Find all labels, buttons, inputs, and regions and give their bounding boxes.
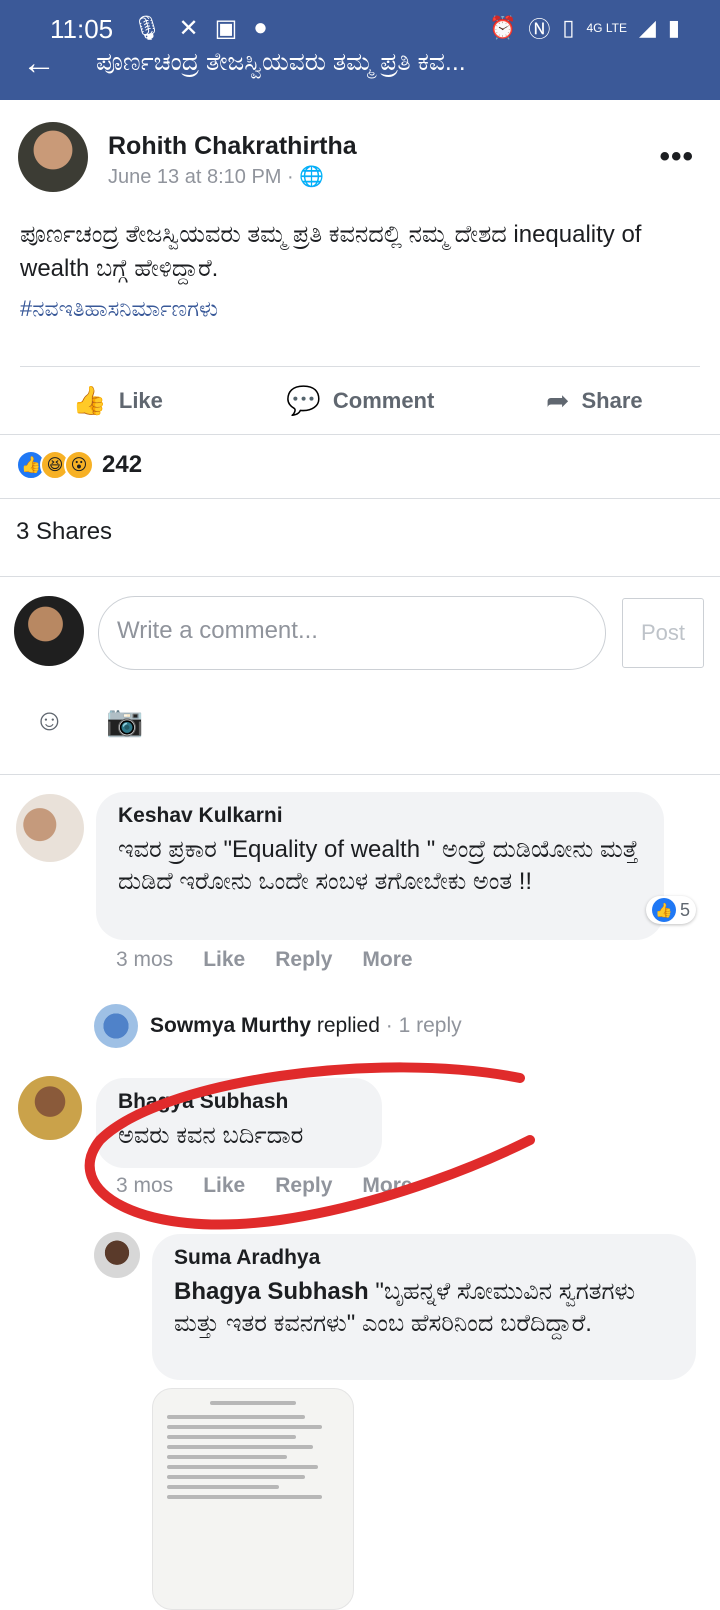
post-hashtag[interactable]: #ನವಇತಿಹಾಸನಿರ್ಮಾಣಗಳು (20, 296, 218, 322)
network-label: 4G LTE (586, 21, 627, 35)
comment-bubble: Suma Aradhya Bhagya Subhash "ಬೃಹನ್ನಳೆ ಸೋ… (152, 1234, 696, 1380)
text-line (167, 1445, 314, 1449)
thumbs-up-icon: 👍 (652, 898, 676, 922)
back-arrow-icon[interactable]: ← (22, 44, 56, 83)
author-avatar[interactable] (18, 122, 88, 192)
reply-avatar (94, 1004, 138, 1048)
reaction-summary[interactable]: 👍 😆 😮 242 (16, 450, 142, 480)
comment-text: ಇವರ ಪ್ರಕಾರ "Equality of wealth " ಅಂದ್ರೆ … (118, 836, 639, 895)
red-circle-annotation (84, 1062, 535, 1230)
comment-text: Bhagya Subhash "ಬೃಹನ್ನಳೆ ಸೋಮುವಿನ ಸ್ವಗತಗಳ… (174, 1276, 674, 1340)
divider (0, 774, 720, 775)
comment-like-badge[interactable]: 👍 5 (646, 896, 697, 924)
thumbs-up-icon: 👍 (72, 385, 107, 416)
text-line (167, 1495, 322, 1499)
battery-icon: ▮ (667, 15, 680, 40)
share-button[interactable]: ➦ Share (546, 384, 643, 417)
current-user-avatar (14, 596, 84, 666)
text-line (167, 1455, 288, 1459)
comment-time: 3 mos (116, 948, 174, 971)
post-actions: 👍 Like 💬 Comment ➦ Share (0, 376, 720, 436)
vibrate-icon: ▯ (562, 15, 575, 40)
camera-icon[interactable]: 📷 (106, 704, 143, 739)
alarm-icon: ⏰ (488, 15, 517, 40)
speech-bubble-icon: 💬 (286, 385, 321, 416)
replier-name: Sowmya Murthy (150, 1014, 312, 1037)
text-line (210, 1401, 296, 1405)
comment-input[interactable]: Write a comment... (98, 596, 606, 670)
text-line (167, 1425, 322, 1429)
commenter-avatar[interactable] (94, 1232, 140, 1278)
image-icon: ▣ (214, 15, 238, 42)
post-meta: June 13 at 8:10 PM · 🌐 (108, 164, 324, 189)
comment-author[interactable]: Suma Aradhya (174, 1246, 674, 1270)
globe-icon: 🌐 (299, 166, 325, 188)
divider (0, 498, 720, 499)
reply-count: · 1 reply (379, 1014, 462, 1037)
comment-meta: 3 mos Like Reply More (116, 948, 413, 972)
comment-button[interactable]: 💬 Comment (286, 384, 434, 417)
text-line (167, 1475, 305, 1479)
comment-label: Comment (332, 387, 435, 413)
post-author[interactable]: Rohith Chakrathirtha (108, 132, 357, 161)
text-line (167, 1465, 319, 1469)
wow-reaction-icon: 😮 (64, 450, 94, 480)
mic-icon: 🎙 (132, 15, 163, 42)
divider (20, 366, 700, 367)
share-arrow-icon: ➦ (546, 385, 570, 416)
comment-like-button[interactable]: Like (203, 948, 245, 972)
text-line (167, 1415, 305, 1419)
text-line (167, 1435, 296, 1439)
shares-count[interactable]: 3 Shares (16, 518, 112, 546)
comment-image-thumbnail[interactable] (152, 1388, 354, 1610)
commenter-avatar[interactable] (16, 794, 84, 862)
person-icon: ● (253, 14, 268, 41)
replies-summary[interactable]: Sowmya Murthy replied · 1 reply (150, 1014, 462, 1038)
missed-call-icon: ✕ (178, 15, 199, 42)
signal-icon: ◢ (638, 15, 656, 40)
comment-reply-button[interactable]: Reply (275, 948, 332, 972)
emoji-icon[interactable]: ☺ (34, 704, 65, 738)
share-label: Share (581, 387, 643, 413)
text-line (167, 1485, 279, 1489)
nfc-icon: Ⓝ (528, 17, 551, 42)
post-comment-button[interactable]: Post (622, 598, 704, 668)
like-button[interactable]: 👍 Like (72, 384, 163, 417)
comment-like-count: 5 (680, 899, 691, 920)
comment-bubble: Keshav Kulkarni ಇವರ ಪ್ರಕಾರ "Equality of … (96, 792, 664, 940)
like-label: Like (118, 387, 163, 413)
more-options-icon[interactable]: ••• (659, 140, 694, 174)
app-header: 11:05 🎙 ✕ ▣ ● ⏰ Ⓝ ▯ 4G LTE ◢ ▮ ← ಪೂರ್ಣಚಂ… (0, 0, 720, 100)
page-title: ಪೂರ್ಣಚಂದ್ರ ತೇಜಸ್ವಿಯವರು ತಮ್ಮ ಪ್ರತಿ ಕವ... (96, 48, 466, 76)
post-time[interactable]: June 13 at 8:10 PM · (108, 166, 299, 188)
tagged-user[interactable]: Bhagya Subhash (174, 1278, 369, 1305)
status-time: 11:05 (50, 14, 114, 44)
reaction-count: 242 (102, 451, 143, 478)
status-right: ⏰ Ⓝ ▯ 4G LTE ◢ ▮ (489, 12, 680, 44)
post-text: ಪೂರ್ಣಚಂದ್ರ ತೇಜಸ್ವಿಯವರು ತಮ್ಮ ಪ್ರತಿ ಕವನದಲ್… (20, 221, 642, 282)
status-icons: 🎙 ✕ ▣ ● (132, 14, 268, 43)
divider (0, 434, 720, 435)
comment-more-button[interactable]: More (362, 948, 412, 972)
divider (0, 576, 720, 577)
comment-author[interactable]: Keshav Kulkarni (118, 804, 642, 828)
replied-word: replied (311, 1014, 380, 1037)
